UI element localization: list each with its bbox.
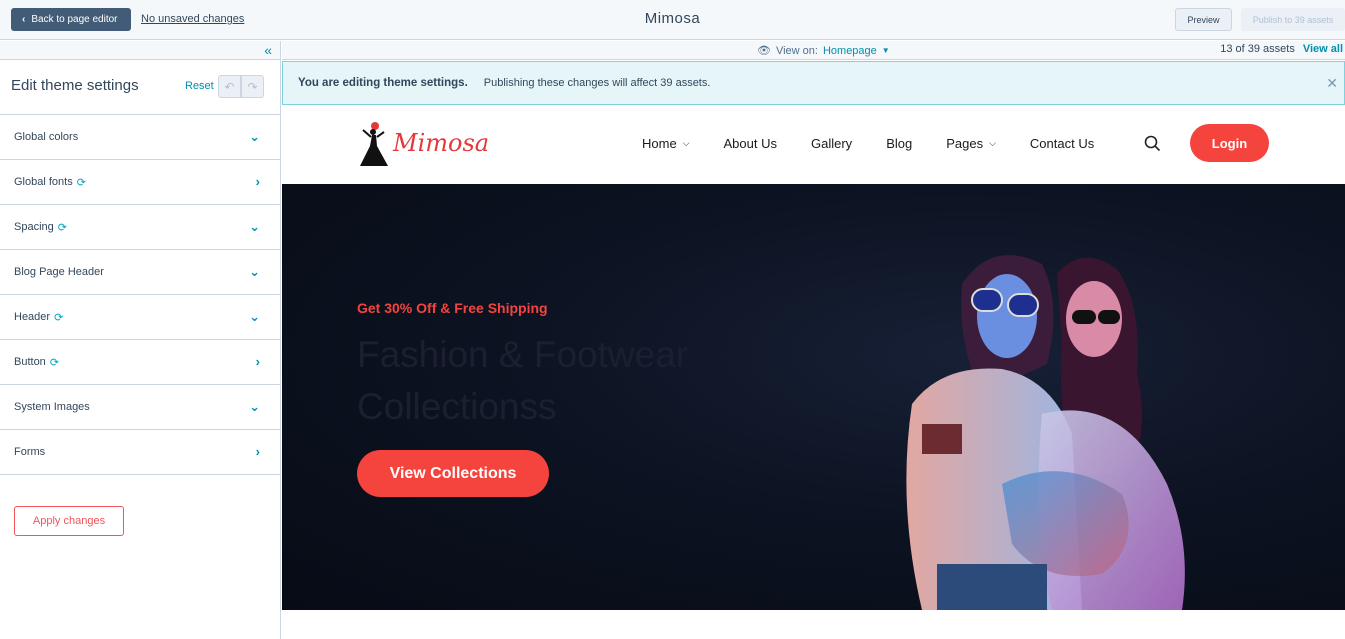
chevron-right-icon: ›: [255, 174, 260, 189]
login-button[interactable]: Login: [1190, 124, 1269, 162]
publish-button[interactable]: Publish to 39 assets: [1241, 8, 1345, 31]
close-icon[interactable]: ✕: [1326, 75, 1338, 92]
editing-theme-banner: You are editing theme settings. Publishi…: [282, 61, 1345, 105]
view-on-bar: 👁 View on: Homepage ▼ 13 of 39 assets Vi…: [282, 41, 1345, 60]
chevron-right-icon: ›: [255, 444, 260, 459]
accordion-item-button[interactable]: Button ⟳ ›: [0, 340, 280, 385]
nav-contact-us[interactable]: Contact Us: [1030, 136, 1094, 151]
nav-label: About Us: [723, 136, 777, 151]
top-toolbar: ‹ Back to page editor No unsaved changes…: [0, 0, 1345, 40]
accordion-item-label: Header: [14, 311, 51, 323]
hero-models-image: [906, 255, 1185, 610]
nav-label: Pages: [946, 136, 984, 151]
chevron-down-icon: ⌄: [249, 399, 260, 414]
nav-about-us[interactable]: About Us: [724, 136, 777, 151]
collapse-row: «: [0, 41, 280, 60]
back-button-label: Back to page editor: [31, 14, 118, 25]
chevron-left-icon: ‹: [22, 14, 26, 25]
accordion-item-global-colors[interactable]: Global colors ⌄: [0, 115, 280, 160]
view-on-page[interactable]: Homepage: [823, 45, 877, 57]
headline-line-1: Fashion & Footwear: [357, 334, 689, 375]
sync-icon: ⟳: [54, 311, 64, 324]
chevron-down-icon: ⌄: [249, 129, 260, 144]
unsaved-changes-link[interactable]: No unsaved changes: [141, 13, 244, 25]
chevron-down-icon: ⌄: [249, 264, 260, 279]
nav-label: Contact Us: [1029, 136, 1095, 151]
asset-count: 13 of 39 assets: [1220, 43, 1295, 55]
hero-section: Get 30% Off & Free Shipping Fashion & Fo…: [282, 184, 1345, 610]
search-icon[interactable]: [1144, 135, 1161, 152]
accordion-item-system-images[interactable]: System Images ⌄: [0, 385, 280, 430]
accordion-item-header[interactable]: Header ⟳ ⌄: [0, 295, 280, 340]
dress-figure-icon: [360, 122, 388, 166]
accordion-item-label: Button: [14, 356, 46, 368]
page-below-hero: [282, 610, 1345, 639]
undo-icon[interactable]: ↶: [218, 75, 241, 98]
view-collections-button[interactable]: View Collections: [357, 450, 549, 497]
accordion-item-label: System Images: [14, 401, 90, 413]
collapse-sidebar-icon[interactable]: «: [264, 42, 272, 58]
view-on-selector[interactable]: 👁 View on: Homepage ▼: [757, 44, 890, 58]
logo-text: Mimosa: [393, 129, 490, 157]
eye-icon: 👁: [757, 45, 771, 57]
view-on-label: View on:: [775, 44, 818, 57]
banner-title: You are editing theme settings.: [298, 77, 468, 89]
sidebar-header: Edit theme settings Reset ↶ ↷: [0, 60, 280, 115]
back-to-page-editor-button[interactable]: ‹ Back to page editor: [11, 8, 131, 31]
nav-pages[interactable]: Pages ⌵: [946, 136, 996, 151]
asset-info: 13 of 39 assets View all: [1220, 43, 1343, 55]
chevron-down-icon: ⌄: [249, 219, 260, 234]
nav-gallery[interactable]: Gallery: [811, 136, 852, 151]
nav-blog[interactable]: Blog: [886, 136, 912, 151]
accordion-item-forms[interactable]: Forms ›: [0, 430, 280, 475]
chevron-down-icon: ⌵: [682, 138, 690, 148]
accordion-item-label: Blog Page Header: [14, 266, 104, 278]
site-header: Mimosa Home ⌵ About Us Gallery Blog Page…: [282, 106, 1345, 184]
accordion-item-global-fonts[interactable]: Global fonts ⟳ ›: [0, 160, 280, 205]
site-logo[interactable]: Mimosa: [357, 118, 489, 168]
hero-headline: Fashion & Footwear Collectionss: [357, 329, 777, 433]
preview-button[interactable]: Preview: [1175, 8, 1232, 31]
caret-down-icon: ▼: [881, 46, 890, 55]
apply-changes-button[interactable]: Apply changes: [14, 506, 124, 536]
nav-label: Gallery: [811, 136, 853, 151]
nav-label: Home: [642, 136, 677, 151]
settings-accordion: Global colors ⌄ Global fonts ⟳ › Spacing ⟳ ⌄ Blo…: [0, 115, 280, 475]
sidebar-title: Edit theme settings: [11, 77, 139, 94]
promo-text: Get 30% Off & Free Shipping: [357, 300, 548, 316]
chevron-right-icon: ›: [255, 354, 260, 369]
accordion-item-blog-page-header[interactable]: Blog Page Header ⌄: [0, 250, 280, 295]
nav-label: Blog: [886, 136, 913, 151]
accordion-item-label: Global colors: [14, 131, 79, 143]
chevron-down-icon: ⌄: [249, 309, 260, 324]
headline-line-2: Collectionss: [357, 386, 557, 427]
nav-home[interactable]: Home ⌵: [642, 136, 690, 151]
site-nav: Home ⌵ About Us Gallery Blog Pages ⌵ Con…: [642, 136, 1128, 151]
chevron-down-icon: ⌵: [989, 138, 996, 148]
accordion-item-label: Forms: [14, 446, 46, 458]
view-all-link[interactable]: View all: [1303, 43, 1343, 55]
sync-icon: ⟳: [76, 176, 86, 189]
reset-button[interactable]: Reset: [185, 80, 214, 92]
theme-settings-sidebar: « Edit theme settings Reset ↶ ↷ Global c…: [0, 41, 281, 639]
accordion-item-label: Global fonts: [14, 176, 73, 188]
accordion-item-label: Spacing: [14, 221, 54, 233]
redo-icon[interactable]: ↷: [241, 75, 264, 98]
sync-icon: ⟳: [57, 221, 67, 234]
accordion-item-spacing[interactable]: Spacing ⟳ ⌄: [0, 205, 280, 250]
sync-icon: ⟳: [49, 356, 60, 369]
banner-text: Publishing these changes will affect 39 …: [483, 77, 711, 89]
